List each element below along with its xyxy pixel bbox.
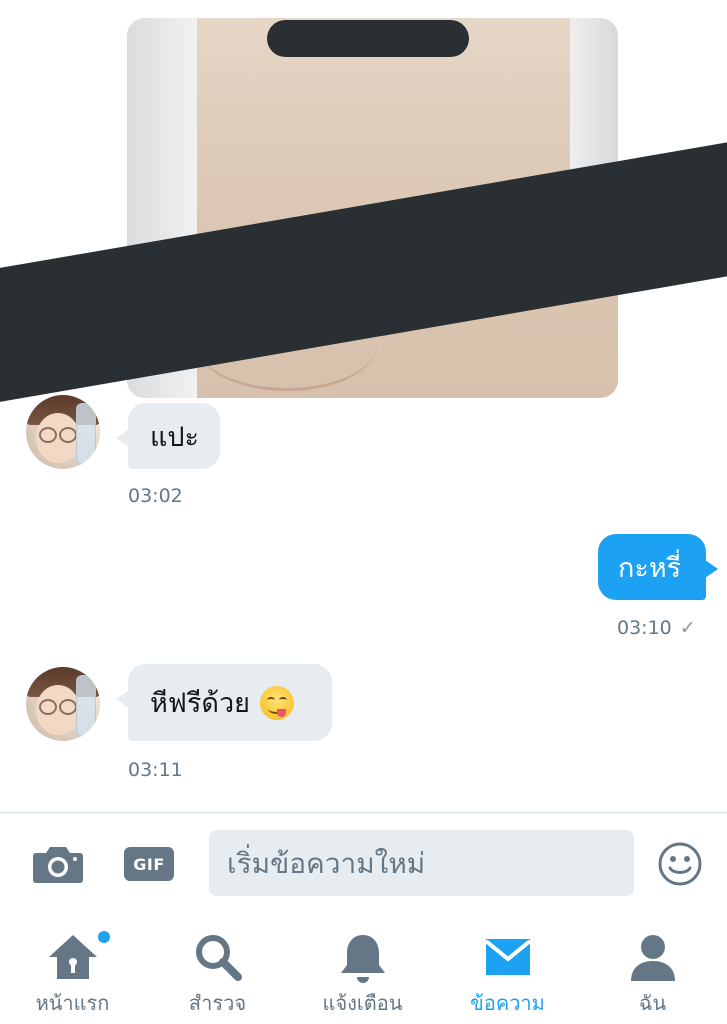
conversation-thread: แปะ 03:02 กะหรี่ 03:10 ✓ หีฟรีด้วย 03:11 xyxy=(0,0,727,812)
avatar-detail xyxy=(59,699,77,715)
sent-check-icon: ✓ xyxy=(679,617,696,639)
face-savoring-food-emoji-icon xyxy=(259,685,294,720)
message-input[interactable] xyxy=(209,830,634,896)
message-composer: GIF xyxy=(0,813,727,913)
tab-icon-wrap xyxy=(290,931,435,985)
camera-icon xyxy=(33,847,83,883)
tab-icon-wrap xyxy=(0,931,145,985)
search-icon xyxy=(195,935,242,981)
camera-button[interactable] xyxy=(32,843,84,885)
message-bubble-incoming[interactable]: แปะ xyxy=(116,403,220,469)
avatar[interactable] xyxy=(26,395,100,469)
avatar-detail xyxy=(39,699,57,715)
message-timestamp: 03:11 xyxy=(128,759,183,781)
smiley-icon xyxy=(658,842,702,886)
tab-me[interactable]: ฉัน xyxy=(580,913,725,1024)
notification-dot xyxy=(98,931,110,943)
tab-label: หน้าแรก xyxy=(35,991,110,1015)
emoji-detail xyxy=(266,696,275,703)
emoji-detail xyxy=(278,696,287,703)
avatar-detail xyxy=(76,403,96,465)
tab-label: ฉัน xyxy=(638,991,667,1015)
tab-icon-wrap xyxy=(145,931,290,985)
avatar-detail xyxy=(59,427,77,443)
message-timestamp: 03:10 xyxy=(617,617,672,639)
gif-button[interactable]: GIF xyxy=(124,847,174,881)
bell-icon xyxy=(340,935,385,983)
tab-explore[interactable]: สำรวจ xyxy=(145,913,290,1024)
bottom-tab-bar: หน้าแรก สำรวจ แจ้งเตือน ข้อความ ฉัน xyxy=(0,913,727,1024)
message-status: 03:10 ✓ xyxy=(617,617,696,639)
mail-icon xyxy=(484,939,531,975)
message-bubble-incoming[interactable]: หีฟรีด้วย xyxy=(116,664,332,741)
message-timestamp: 03:02 xyxy=(128,485,183,507)
avatar-detail xyxy=(76,675,96,737)
avatar-detail xyxy=(39,427,57,443)
tab-icon-wrap xyxy=(580,931,725,985)
person-icon xyxy=(630,935,675,981)
message-text: แปะ xyxy=(150,421,200,453)
message-bubble-outgoing[interactable]: กะหรี่ xyxy=(598,534,718,600)
home-icon xyxy=(48,935,97,979)
emoji-detail xyxy=(276,708,286,717)
censor-bar xyxy=(267,20,469,57)
emoji-button[interactable] xyxy=(657,841,703,887)
tab-label: สำรวจ xyxy=(188,991,247,1015)
avatar[interactable] xyxy=(26,667,100,741)
tab-messages[interactable]: ข้อความ xyxy=(435,913,580,1024)
tab-icon-wrap xyxy=(435,931,580,985)
tab-notifications[interactable]: แจ้งเตือน xyxy=(290,913,435,1024)
tab-label: แจ้งเตือน xyxy=(322,991,403,1015)
message-text: หีฟรีด้วย xyxy=(150,688,250,719)
message-text: กะหรี่ xyxy=(618,552,682,584)
tab-label: ข้อความ xyxy=(470,991,545,1015)
tab-home[interactable]: หน้าแรก xyxy=(0,913,145,1024)
